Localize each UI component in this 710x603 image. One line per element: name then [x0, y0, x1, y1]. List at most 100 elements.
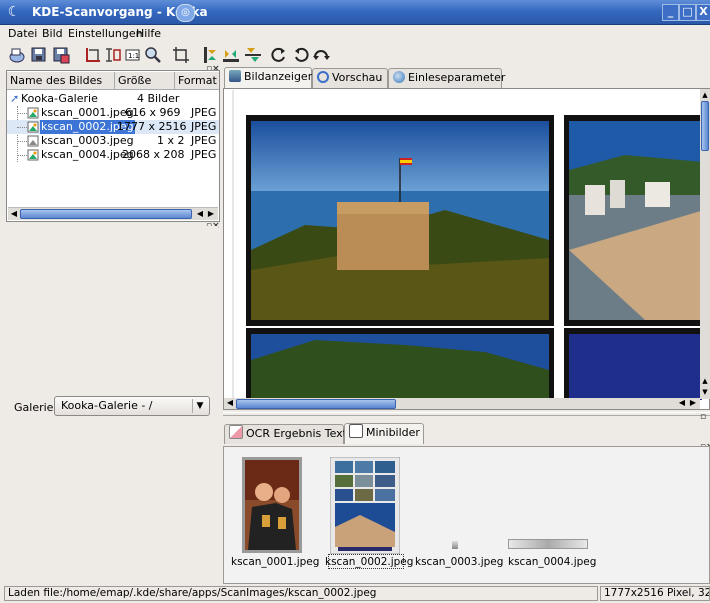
pencil-document-icon [229, 425, 243, 439]
rotate-180-icon[interactable] [312, 46, 330, 64]
close-button[interactable]: X [696, 4, 710, 21]
svg-text:1:1: 1:1 [128, 52, 139, 60]
tree-root-row[interactable]: ➚ Kooka-Galerie 4 Bilder [7, 92, 219, 106]
scroll-right-icon[interactable]: ▶ [687, 397, 699, 409]
title-bar[interactable]: ☾ KDE-Scanvorgang - Kooka ◎ _ □ X [0, 0, 710, 25]
menu-hilfe[interactable]: Hilfe [136, 27, 161, 41]
tree-branch-line [17, 155, 27, 156]
tab-label: Vorschau [332, 71, 383, 84]
magnifier-icon [317, 71, 329, 83]
status-bar: Laden file:/home/emap/.kde/share/apps/Sc… [0, 584, 710, 603]
fit-icon[interactable]: 1:1 [124, 46, 142, 64]
mirror-vertical-icon[interactable] [200, 46, 218, 64]
file-size: 2068 x 208 [122, 148, 185, 161]
scroll-left-icon[interactable]: ◀ [224, 397, 236, 409]
thumbnail-label: kscan_0004.jpeg [508, 556, 597, 568]
thumbnail-label: kscan_0003.jpeg [415, 556, 504, 568]
menu-einstellungen[interactable]: Einstellungen [68, 27, 143, 41]
sticky-icon[interactable]: ◎ [176, 4, 195, 22]
tree-root-name: Kooka-Galerie [21, 92, 98, 105]
tab-bildanzeiger[interactable]: Bildanzeiger [224, 67, 312, 88]
scrollbar-thumb[interactable] [236, 399, 396, 409]
table-row[interactable]: kscan_0001.jpeg 616 x 969 JPEG [7, 106, 219, 120]
panel-undock-icon[interactable]: ▫ [700, 413, 706, 422]
chevron-down-icon[interactable]: ▼ [192, 399, 207, 413]
image-viewer[interactable] [223, 88, 710, 410]
gallery-folder-icon: ➚ [10, 92, 20, 105]
maximize-button[interactable]: □ [679, 4, 696, 21]
scroll-down-icon[interactable]: ▼ [699, 386, 710, 398]
thumbnail-image-4[interactable] [508, 539, 588, 549]
image-file-icon [27, 121, 39, 133]
scroll-right-icon[interactable]: ▶ [205, 208, 217, 220]
image-file-icon [27, 135, 39, 147]
viewer-horizontal-scrollbar[interactable]: ◀ ◀ ▶ [224, 398, 700, 409]
thumbnail-image-2[interactable] [330, 457, 400, 554]
table-row[interactable]: kscan_0004.jpeg 2068 x 208 JPEG [7, 148, 219, 162]
tab-vorschau[interactable]: Vorschau [312, 68, 388, 88]
scrollbar-thumb[interactable] [20, 209, 192, 219]
thumbnail-label: kscan_0002.jpeg [325, 556, 414, 568]
rotate-left-icon[interactable] [270, 46, 288, 64]
kooka-app-icon[interactable]: ☾ [6, 4, 22, 20]
image-file-icon [27, 149, 39, 161]
thumbnail-view-icon [349, 424, 363, 438]
file-format: JPEG [191, 134, 217, 147]
crop-icon[interactable] [84, 46, 102, 64]
column-header-format[interactable]: Format [175, 72, 219, 90]
scanner-icon [393, 71, 405, 83]
save-icon[interactable] [30, 46, 48, 64]
scrollbar-thumb[interactable] [701, 101, 709, 151]
splitter-handle[interactable] [223, 412, 710, 416]
file-name: kscan_0001.jpeg [41, 106, 134, 119]
scanned-image [225, 90, 702, 400]
menu-datei[interactable]: Datei [8, 27, 37, 41]
image-file-icon [27, 107, 39, 119]
image-viewer-icon [229, 70, 241, 82]
mirror-horizontal-icon[interactable] [222, 46, 240, 64]
rotate-right-icon[interactable] [292, 46, 310, 64]
tab-label: Minibilder [366, 426, 420, 439]
crop-tool-icon[interactable] [172, 46, 190, 64]
file-format: JPEG [191, 148, 217, 161]
menu-bar: Datei Bild Einstellungen Hilfe [0, 25, 710, 43]
tab-label: Bildanzeiger [244, 70, 313, 83]
scroll-up-icon[interactable]: ▲ [699, 89, 710, 101]
thumbnail-label: kscan_0001.jpeg [231, 556, 320, 568]
scroll-left-icon[interactable]: ◀ [8, 208, 20, 220]
tree-root-count: 4 Bilder [137, 92, 180, 105]
file-size: 616 x 969 [125, 106, 181, 119]
thumbnail-image-3[interactable] [452, 541, 458, 549]
zoom-icon[interactable] [144, 46, 162, 64]
viewer-vertical-scrollbar[interactable]: ▲ ▲ ▼ [700, 89, 710, 399]
file-name: kscan_0004.jpeg [41, 148, 134, 161]
column-header-name[interactable]: Name des Bildes [7, 72, 115, 90]
file-name: kscan_0003.jpeg [41, 134, 134, 147]
status-message: Laden file:/home/emap/.kde/share/apps/Sc… [4, 586, 598, 601]
toolbar: 1:1 ▫× [0, 43, 710, 74]
tree-branch-line [17, 127, 27, 128]
menu-bild[interactable]: Bild [42, 27, 63, 41]
mirror-both-icon[interactable] [244, 46, 262, 64]
tab-minibilder[interactable]: Minibilder [344, 423, 424, 444]
gallery-tree[interactable]: Name des Bildes Größe Format ➚ Kooka-Gal… [6, 70, 220, 222]
scan-icon[interactable] [8, 46, 26, 64]
minimize-button[interactable]: _ [662, 4, 679, 21]
tree-branch-line [17, 141, 27, 142]
save-as-icon[interactable] [52, 46, 70, 64]
tab-label: Einleseparameter [408, 71, 506, 84]
galerie-label: Galerie: [14, 401, 58, 414]
galerie-select[interactable]: Kooka-Galerie - / ▼ [54, 396, 210, 416]
tab-einleseparameter[interactable]: Einleseparameter [388, 68, 506, 88]
table-row[interactable]: kscan_0003.jpeg 1 x 2 JPEG [7, 134, 219, 148]
image-size-icon[interactable] [104, 46, 122, 64]
file-format: JPEG [191, 120, 217, 133]
file-format: JPEG [191, 106, 217, 119]
thumbnail-image-1[interactable] [242, 457, 302, 553]
tree-branch-line [17, 113, 27, 114]
tree-horizontal-scrollbar[interactable]: ◀ ◀ ▶ [8, 207, 218, 220]
column-header-size[interactable]: Größe [115, 72, 175, 90]
status-image-info: 1777x2516 Pixel, 32 Bi [600, 586, 710, 601]
table-row-selected[interactable]: kscan_0002.jpeg 1777 x 2516 JPEG [7, 120, 219, 134]
tab-ocr-ergebnis-text[interactable]: OCR Ergebnis Text [224, 424, 347, 444]
